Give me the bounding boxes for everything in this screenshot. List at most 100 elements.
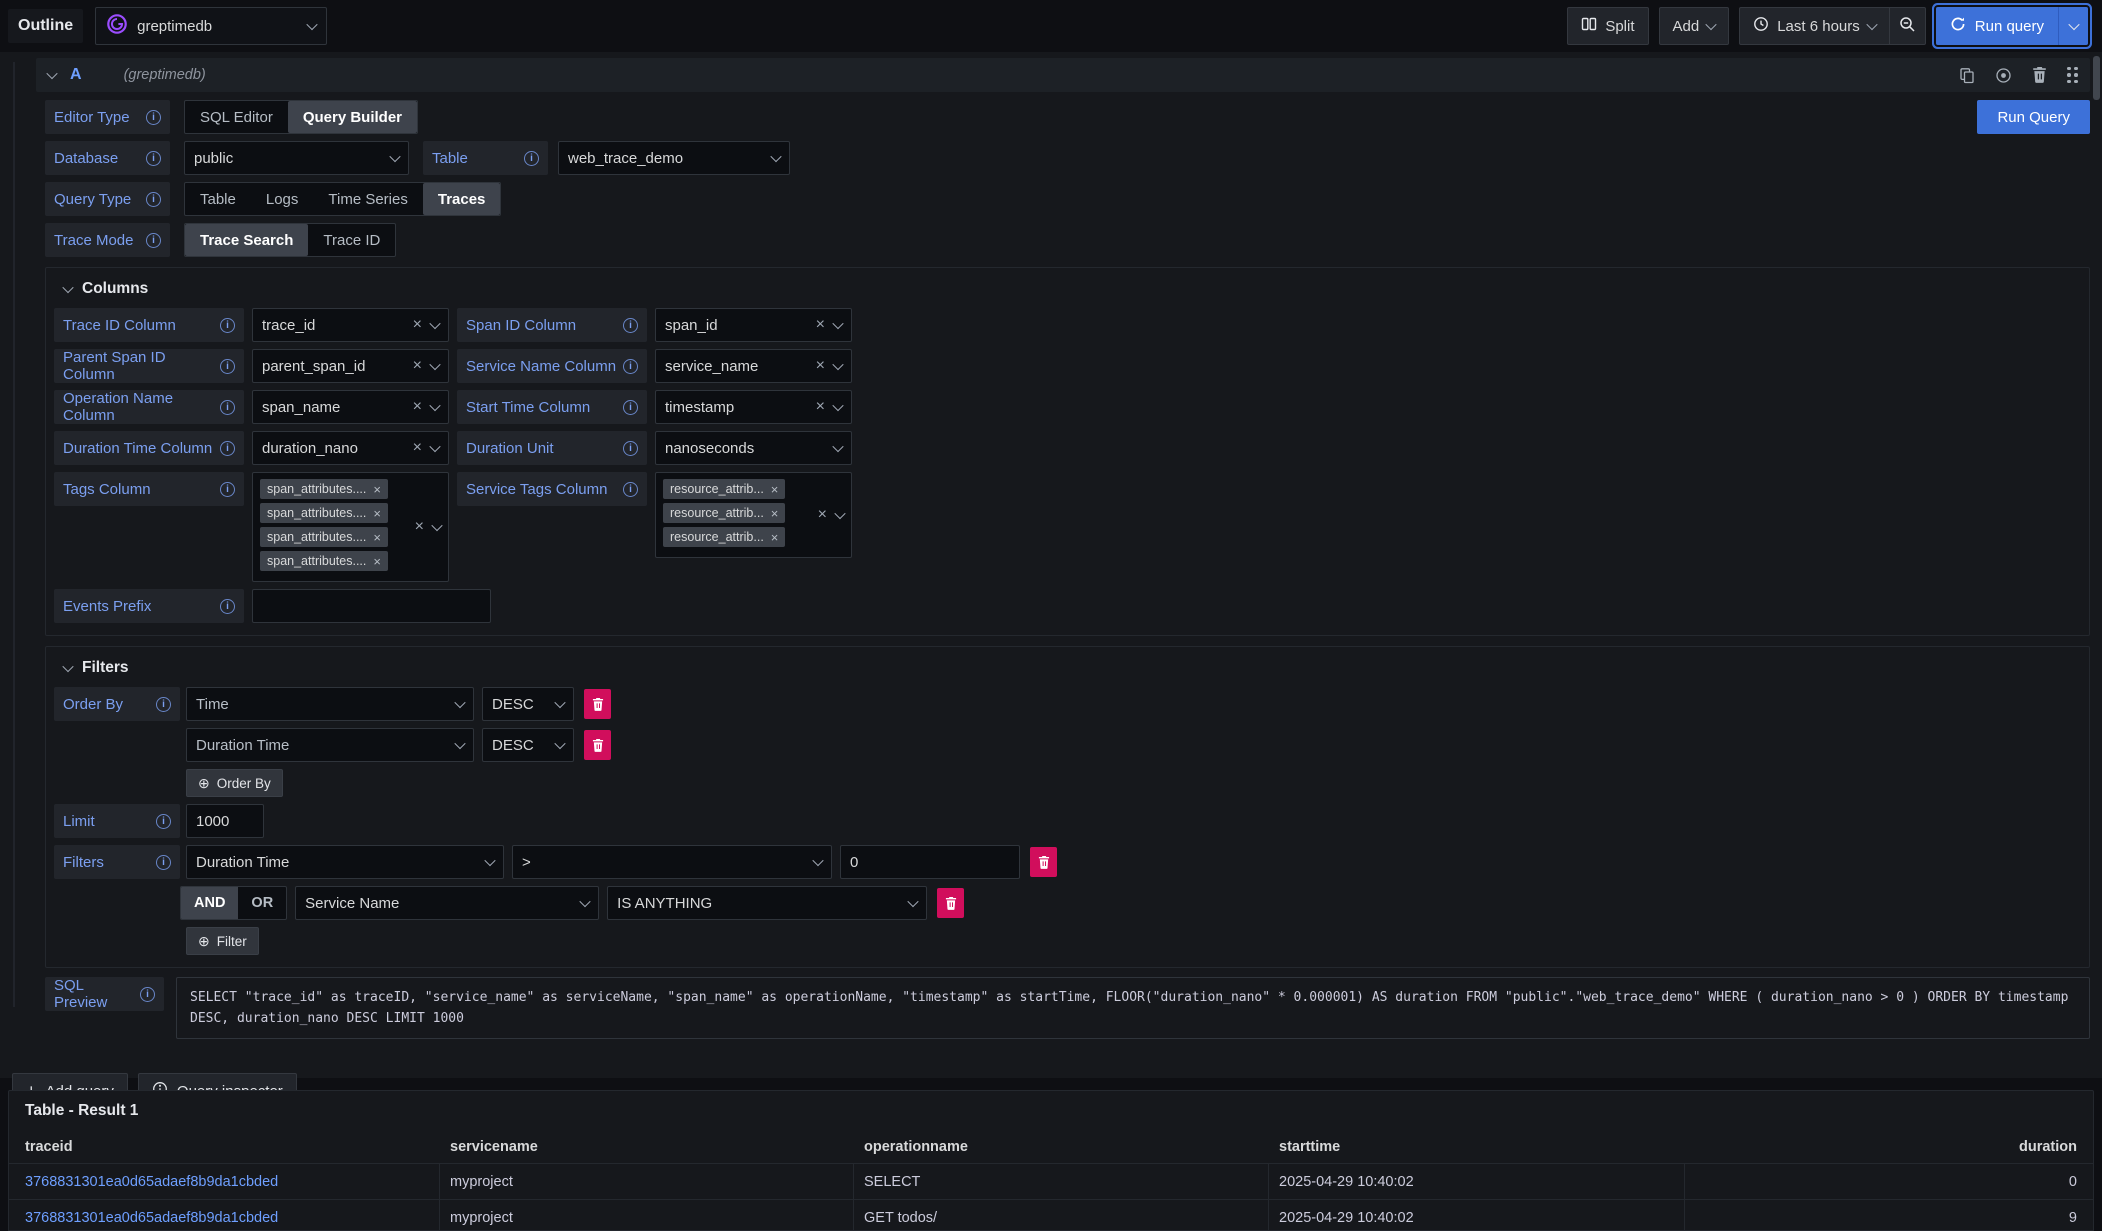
info-icon[interactable]: i (156, 697, 171, 712)
order-by-direction-select[interactable]: DESC (482, 728, 574, 762)
clear-icon[interactable]: × (816, 317, 825, 333)
order-by-field-select[interactable]: Duration Time (186, 728, 474, 762)
disable-query-icon[interactable] (1995, 67, 2012, 84)
split-button[interactable]: Split (1567, 7, 1648, 45)
info-icon[interactable]: i (156, 814, 171, 829)
remove-order-by-button[interactable] (584, 730, 611, 760)
info-icon[interactable]: i (220, 482, 235, 497)
tags-column-multiselect[interactable]: span_attributes....× span_attributes....… (252, 472, 449, 582)
tag-chip[interactable]: span_attributes....× (260, 503, 388, 523)
events-prefix-input[interactable] (252, 589, 491, 623)
remove-chip-icon[interactable]: × (771, 531, 779, 544)
add-order-by-button[interactable]: ⊕Order By (186, 769, 283, 797)
remove-chip-icon[interactable]: × (373, 531, 381, 544)
remove-chip-icon[interactable]: × (373, 507, 381, 520)
service-tag-chip[interactable]: resource_attrib...× (663, 527, 785, 547)
tag-chip[interactable]: span_attributes....× (260, 551, 388, 571)
filter-field-select[interactable]: Duration Time (186, 845, 504, 879)
datasource-picker[interactable]: greptimedb (95, 7, 327, 45)
info-icon[interactable]: i (623, 359, 638, 374)
remove-chip-icon[interactable]: × (771, 507, 779, 520)
duration-time-column-select[interactable]: duration_nano× (252, 431, 449, 465)
remove-filter-button[interactable] (1030, 847, 1057, 877)
clear-icon[interactable]: × (816, 358, 825, 374)
trace-id-link[interactable]: 3768831301ea0d65adaef8b9da1cbded (25, 1174, 278, 1190)
info-icon[interactable]: i (156, 855, 171, 870)
info-icon[interactable]: i (220, 441, 235, 456)
info-icon[interactable]: i (146, 110, 161, 125)
start-time-column-select[interactable]: timestamp× (655, 390, 852, 424)
service-tag-chip[interactable]: resource_attrib...× (663, 503, 785, 523)
option-trace-search[interactable]: Trace Search (185, 224, 308, 256)
info-icon[interactable]: i (220, 400, 235, 415)
info-icon[interactable]: i (140, 987, 155, 1002)
clear-icon[interactable]: × (413, 358, 422, 374)
filters-section-header[interactable]: Filters (54, 655, 2075, 687)
option-time-series[interactable]: Time Series (313, 183, 422, 215)
option-query-builder[interactable]: Query Builder (288, 101, 417, 133)
add-filter-button[interactable]: ⊕Filter (186, 927, 259, 955)
remove-order-by-button[interactable] (584, 689, 611, 719)
clear-all-icon[interactable]: × (415, 519, 424, 535)
add-dropdown-button[interactable]: Add (1659, 7, 1730, 45)
filter-value-input[interactable]: 0 (840, 845, 1020, 879)
filter-operator-select[interactable]: IS ANYTHING (607, 886, 927, 920)
clear-icon[interactable]: × (413, 399, 422, 415)
option-or[interactable]: OR (238, 887, 286, 919)
column-header-servicename[interactable]: servicename (440, 1139, 854, 1155)
clear-all-icon[interactable]: × (818, 507, 827, 523)
column-header-operationname[interactable]: operationname (854, 1139, 1269, 1155)
time-range-picker[interactable]: Last 6 hours (1739, 7, 1890, 45)
info-icon[interactable]: i (623, 482, 638, 497)
operation-name-column-select[interactable]: span_name× (252, 390, 449, 424)
table-select[interactable]: web_trace_demo (558, 141, 790, 175)
column-header-traceid[interactable]: traceid (9, 1139, 440, 1155)
outline-button[interactable]: Outline (8, 9, 83, 43)
remove-chip-icon[interactable]: × (373, 483, 381, 496)
service-name-column-select[interactable]: service_name× (655, 349, 852, 383)
remove-chip-icon[interactable]: × (771, 483, 779, 496)
info-icon[interactable]: i (623, 400, 638, 415)
panel-run-query-button[interactable]: Run Query (1977, 100, 2090, 134)
zoom-out-time-button[interactable] (1890, 7, 1926, 45)
info-icon[interactable]: i (623, 441, 638, 456)
info-icon[interactable]: i (146, 151, 161, 166)
span-id-column-select[interactable]: span_id× (655, 308, 852, 342)
clear-icon[interactable]: × (816, 399, 825, 415)
info-icon[interactable]: i (220, 318, 235, 333)
database-select[interactable]: public (184, 141, 409, 175)
info-icon[interactable]: i (220, 359, 235, 374)
run-query-button[interactable]: Run query (1936, 7, 2058, 45)
duplicate-query-icon[interactable] (1959, 67, 1975, 84)
drag-handle-icon[interactable] (2067, 67, 2078, 84)
service-tag-chip[interactable]: resource_attrib...× (663, 479, 785, 499)
query-row-header[interactable]: A (greptimedb) (36, 58, 2090, 92)
remove-chip-icon[interactable]: × (373, 555, 381, 568)
option-traces[interactable]: Traces (423, 183, 501, 215)
run-query-options-caret[interactable] (2058, 7, 2088, 45)
order-by-direction-select[interactable]: DESC (482, 687, 574, 721)
info-icon[interactable]: i (146, 233, 161, 248)
info-icon[interactable]: i (220, 599, 235, 614)
trace-id-column-select[interactable]: trace_id× (252, 308, 449, 342)
option-table[interactable]: Table (185, 183, 251, 215)
info-icon[interactable]: i (524, 151, 539, 166)
columns-section-header[interactable]: Columns (54, 276, 2075, 308)
trace-id-link[interactable]: 3768831301ea0d65adaef8b9da1cbded (25, 1210, 278, 1226)
collapse-chevron-icon[interactable] (46, 68, 57, 79)
remove-filter-button[interactable] (937, 888, 964, 918)
info-icon[interactable]: i (146, 192, 161, 207)
parent-span-id-column-select[interactable]: parent_span_id× (252, 349, 449, 383)
clear-icon[interactable]: × (413, 317, 422, 333)
info-icon[interactable]: i (623, 318, 638, 333)
duration-unit-select[interactable]: nanoseconds (655, 431, 852, 465)
option-sql-editor[interactable]: SQL Editor (185, 101, 288, 133)
column-header-duration[interactable]: duration (1685, 1139, 2093, 1155)
service-tags-column-multiselect[interactable]: resource_attrib...× resource_attrib...× … (655, 472, 852, 558)
option-logs[interactable]: Logs (251, 183, 314, 215)
option-and[interactable]: AND (181, 887, 238, 919)
remove-query-icon[interactable] (2032, 67, 2047, 83)
option-trace-id[interactable]: Trace ID (308, 224, 395, 256)
column-header-starttime[interactable]: starttime (1269, 1139, 1685, 1155)
limit-input[interactable]: 1000 (186, 804, 264, 838)
